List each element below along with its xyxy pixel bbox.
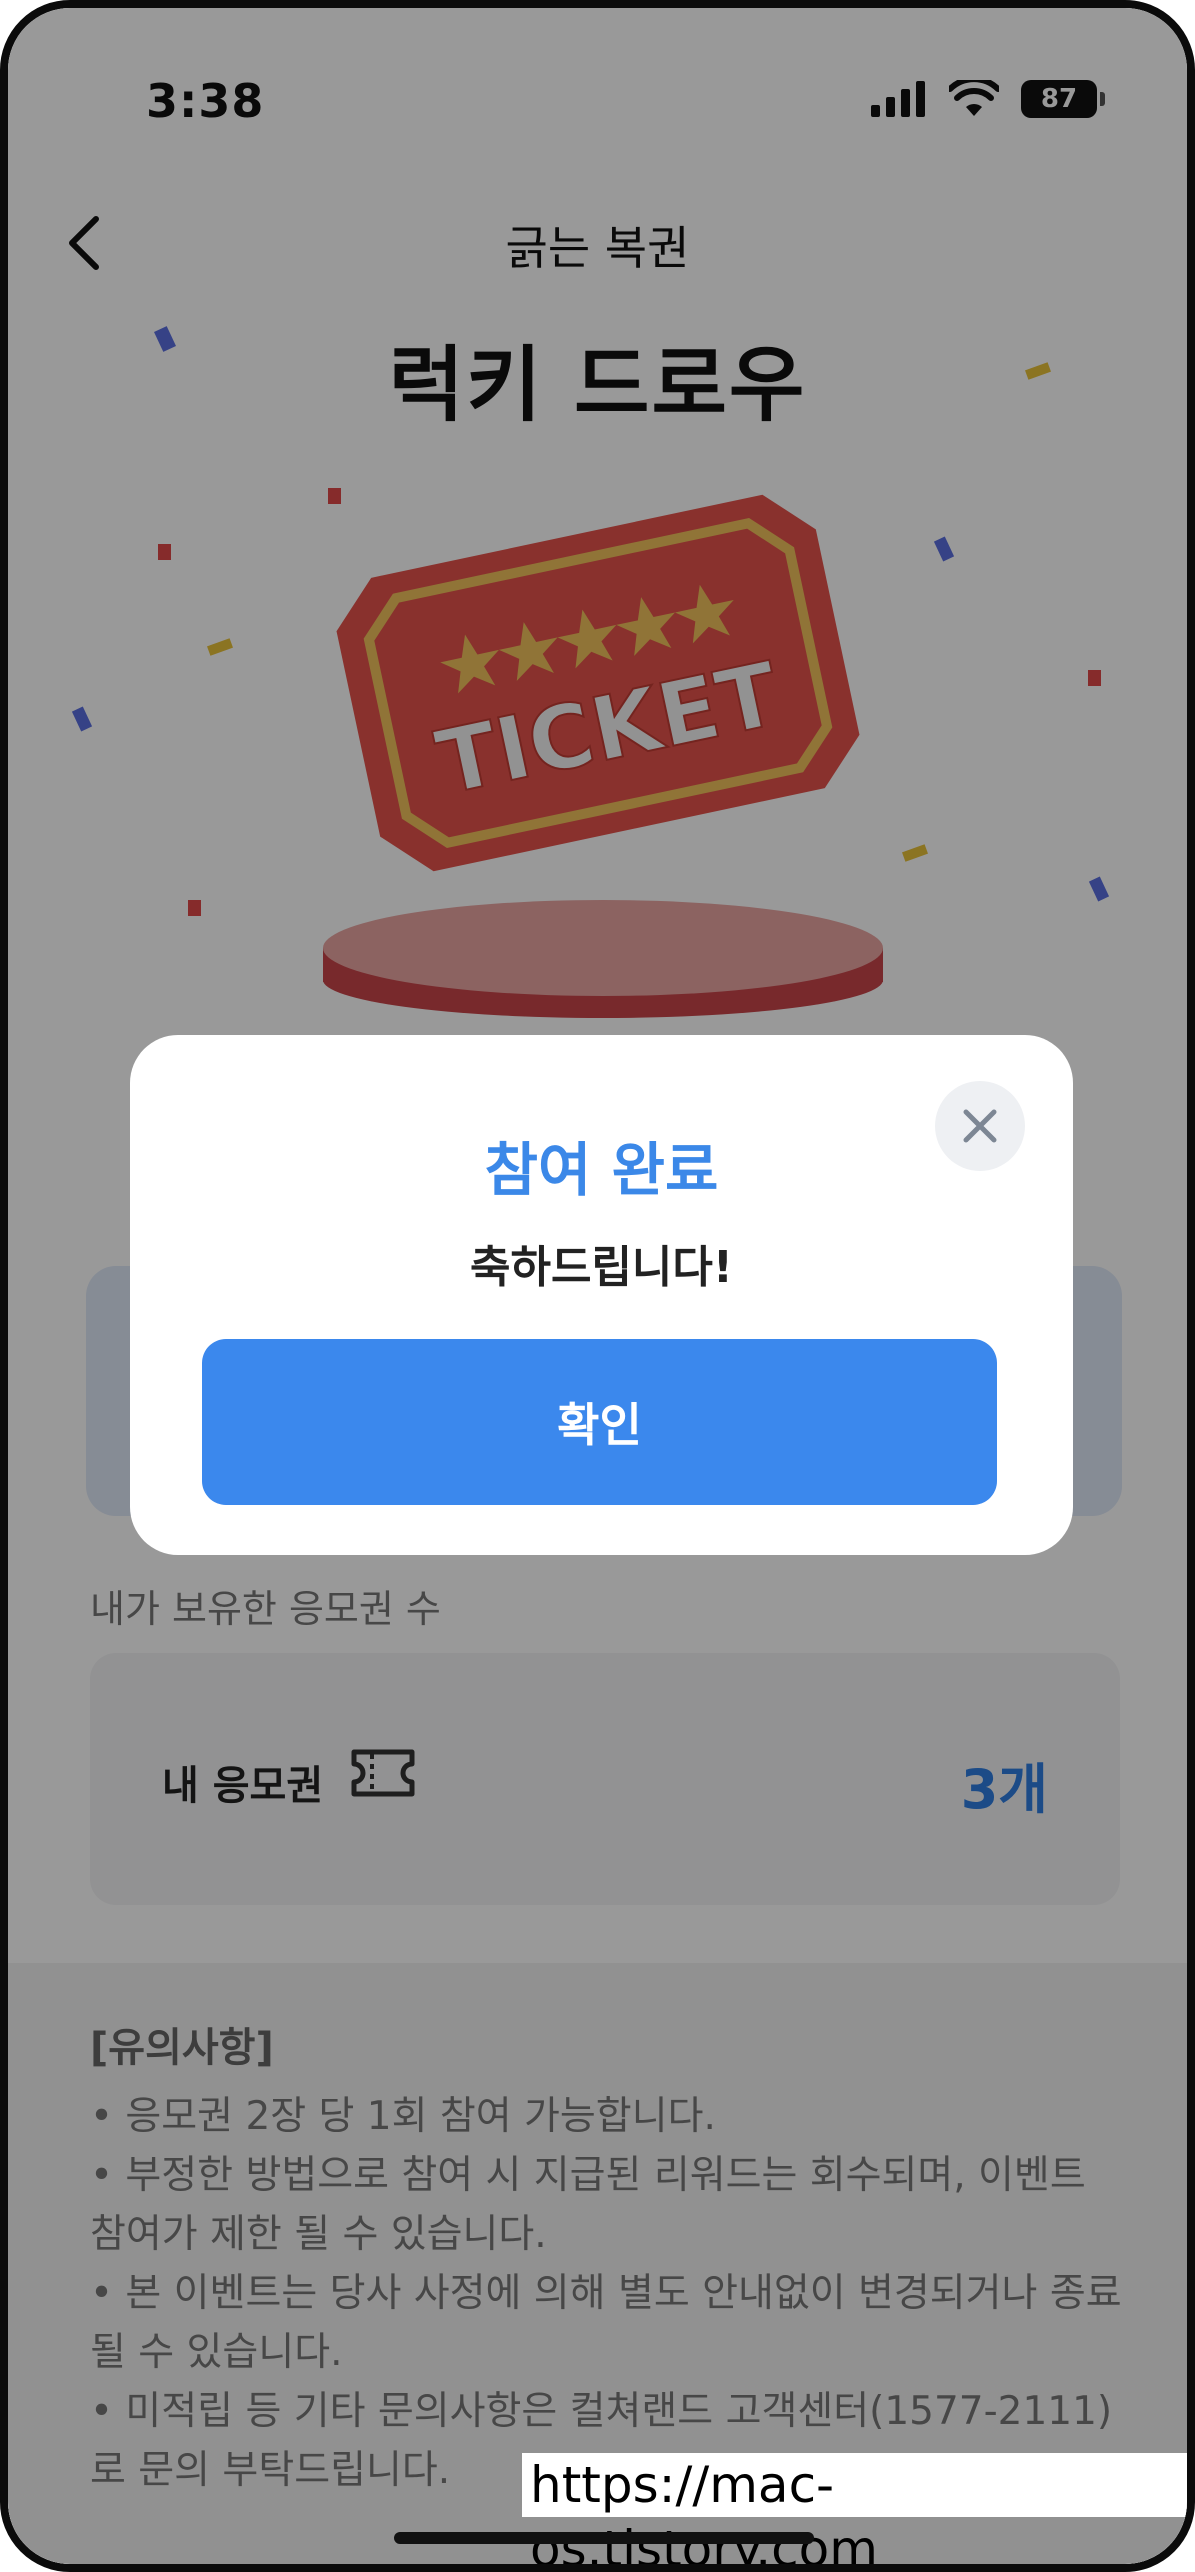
confirm-button[interactable]: 확인 [202,1339,997,1505]
watermark-url: https://mac-os.tistory.com [522,2453,1187,2564]
completion-dialog: 참여 완료 축하드립니다! 확인 [130,1035,1073,1555]
phone-frame: 3:38 87 긁는 복권 럭키 드로우 TICKET 내가 보유한 응모권 수… [0,0,1195,2572]
home-indicator[interactable] [394,2532,814,2544]
screen: 3:38 87 긁는 복권 럭키 드로우 TICKET 내가 보유한 응모권 수… [8,8,1187,2564]
dialog-title: 참여 완료 [484,1136,719,1204]
dialog-message: 축하드립니다! [470,1242,733,1293]
